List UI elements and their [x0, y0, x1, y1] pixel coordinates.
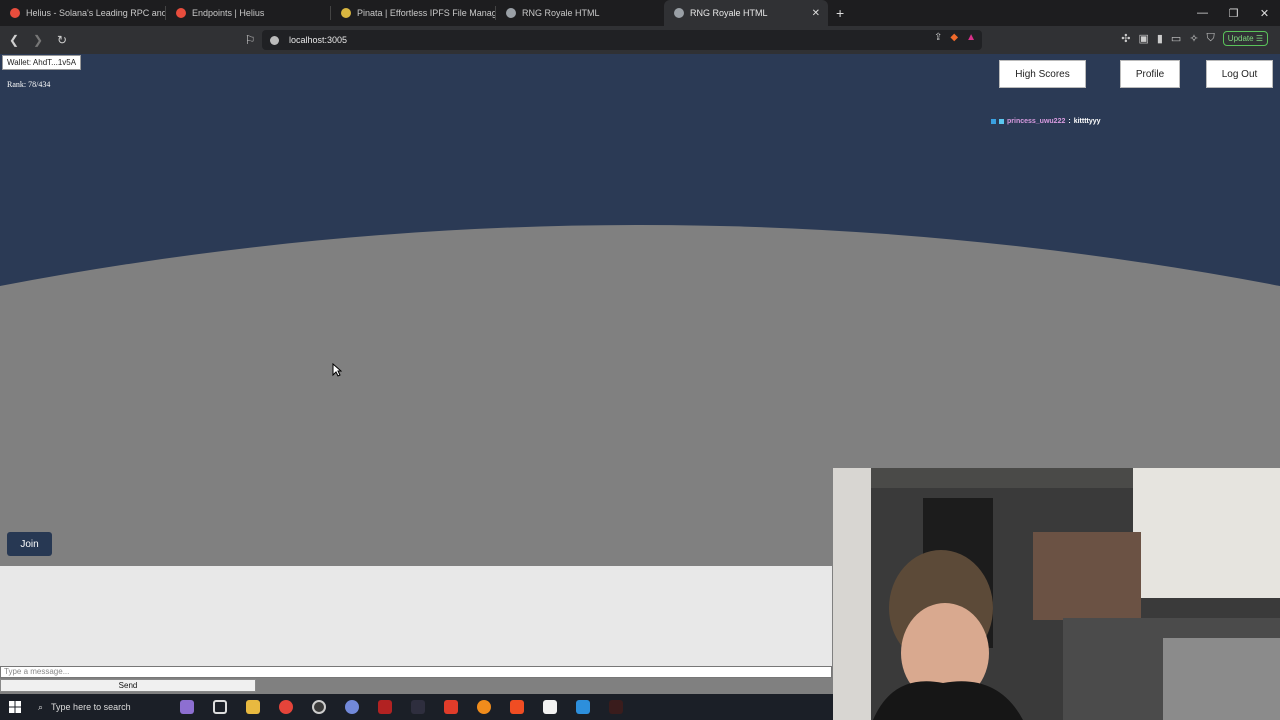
webcam-overlay [833, 468, 1280, 720]
tab-label: Pinata | Effortless IPFS File Managem [357, 8, 495, 18]
wallet-address: Wallet: AhdT...1v5A [2, 55, 82, 70]
tab-label: Helius - Solana's Leading RPC and AP [26, 8, 165, 18]
window-controls: — ❐ ✕ [1187, 0, 1280, 26]
cortana-icon[interactable] [170, 694, 203, 720]
tab-helius[interactable]: Helius - Solana's Leading RPC and AP [0, 0, 165, 26]
file-explorer-icon[interactable] [236, 694, 269, 720]
windows-taskbar: ⌕ Type here to search [0, 694, 833, 720]
rank-display: Rank: 78/434 [7, 80, 51, 89]
brave-shield-icon[interactable]: ◆ [950, 32, 958, 43]
sidebar-icon[interactable]: ▮ [1157, 32, 1163, 45]
join-button[interactable]: Join [7, 532, 52, 556]
minimize-icon[interactable]: — [1187, 0, 1218, 26]
globe-icon [674, 8, 684, 18]
tab-label: RNG Royale HTML [522, 8, 600, 18]
bookmark-icon[interactable]: ⚐ [240, 30, 260, 50]
close-tab-icon[interactable]: ✕ [812, 8, 820, 19]
user-badge-icon [991, 119, 996, 124]
globe-icon [506, 8, 516, 18]
chat-separator: : [1068, 118, 1071, 125]
wallet-icon[interactable]: ▣ [1138, 32, 1148, 45]
obs-icon[interactable] [302, 694, 335, 720]
windows-logo-icon [9, 701, 21, 713]
tab-rng-royale[interactable]: RNG Royale HTML [496, 0, 660, 26]
address-bar[interactable]: localhost:3005 ⇪ ◆ ▲ [262, 30, 982, 50]
update-label: Update [1227, 34, 1254, 43]
chat-input[interactable]: Type a message... [0, 666, 832, 678]
logout-button[interactable]: Log Out [1206, 60, 1273, 88]
tab-label: RNG Royale HTML [690, 8, 768, 18]
reload-icon[interactable]: ↻ [52, 30, 72, 50]
leo-ai-icon[interactable]: ✧ [1189, 32, 1198, 45]
tab-label: Endpoints | Helius [192, 8, 265, 18]
chat-log-panel [0, 566, 832, 666]
app-red-icon[interactable] [434, 694, 467, 720]
update-button[interactable]: Update ☰ [1222, 31, 1268, 46]
search-icon: ⌕ [38, 701, 44, 712]
taskbar-search-placeholder: Type here to search [51, 702, 131, 712]
url-text: localhost:3005 [289, 35, 348, 45]
brave-icon[interactable] [500, 694, 533, 720]
wallet-card-icon[interactable]: ▭ [1171, 32, 1181, 45]
extensions-area: ✣ ▣ ▮ ▭ ✧ ⛉ Update ☰ [1121, 31, 1268, 46]
blender-icon[interactable] [467, 694, 500, 720]
capcut-icon[interactable] [533, 694, 566, 720]
send-button[interactable]: Send [0, 679, 256, 692]
taskbar-search[interactable]: ⌕ Type here to search [30, 694, 170, 720]
omnibox-actions: ⇪ ◆ ▲ [934, 32, 976, 43]
mouse-cursor-icon [332, 363, 342, 377]
new-tab-button[interactable]: + [836, 5, 844, 21]
helius-favicon-icon [176, 8, 186, 18]
app-dark-icon[interactable] [599, 694, 632, 720]
start-button[interactable] [0, 701, 30, 713]
vscode-icon[interactable] [566, 694, 599, 720]
share-icon[interactable]: ⇪ [934, 32, 942, 43]
back-icon[interactable]: ❮ [4, 30, 24, 50]
restore-icon[interactable]: ❐ [1218, 0, 1249, 26]
tab-pinata[interactable]: Pinata | Effortless IPFS File Managem [331, 0, 495, 26]
chat-message: kittttyyy [1073, 118, 1101, 125]
site-info-icon[interactable] [270, 35, 279, 45]
discord-icon[interactable] [335, 694, 368, 720]
chat-bubble: princess_uwu222 : kittttyyy [991, 118, 1101, 125]
extensions-puzzle-icon[interactable]: ✣ [1121, 32, 1130, 45]
profile-button[interactable]: Profile [1120, 60, 1180, 88]
close-window-icon[interactable]: ✕ [1249, 0, 1280, 26]
tab-endpoints[interactable]: Endpoints | Helius [166, 0, 330, 26]
chat-username: princess_uwu222 [1007, 118, 1066, 125]
helius-favicon-icon [10, 8, 20, 18]
voicemeeter-icon[interactable] [368, 694, 401, 720]
brave-rewards-icon[interactable]: ▲ [966, 32, 976, 43]
pinata-favicon-icon [341, 8, 351, 18]
webcam-feed [833, 468, 1280, 720]
forward-icon[interactable]: ❯ [28, 30, 48, 50]
high-scores-button[interactable]: High Scores [999, 60, 1086, 88]
browser-tabstrip: Helius - Solana's Leading RPC and AP End… [0, 0, 1280, 26]
vpn-shield-icon[interactable]: ⛉ [1207, 32, 1215, 45]
user-gem-icon [999, 119, 1004, 124]
tab-rng-royale-active[interactable]: RNG Royale HTML ✕ [664, 0, 828, 26]
app-x-icon[interactable] [401, 694, 434, 720]
chrome-icon[interactable] [269, 694, 302, 720]
task-view-icon[interactable] [203, 694, 236, 720]
